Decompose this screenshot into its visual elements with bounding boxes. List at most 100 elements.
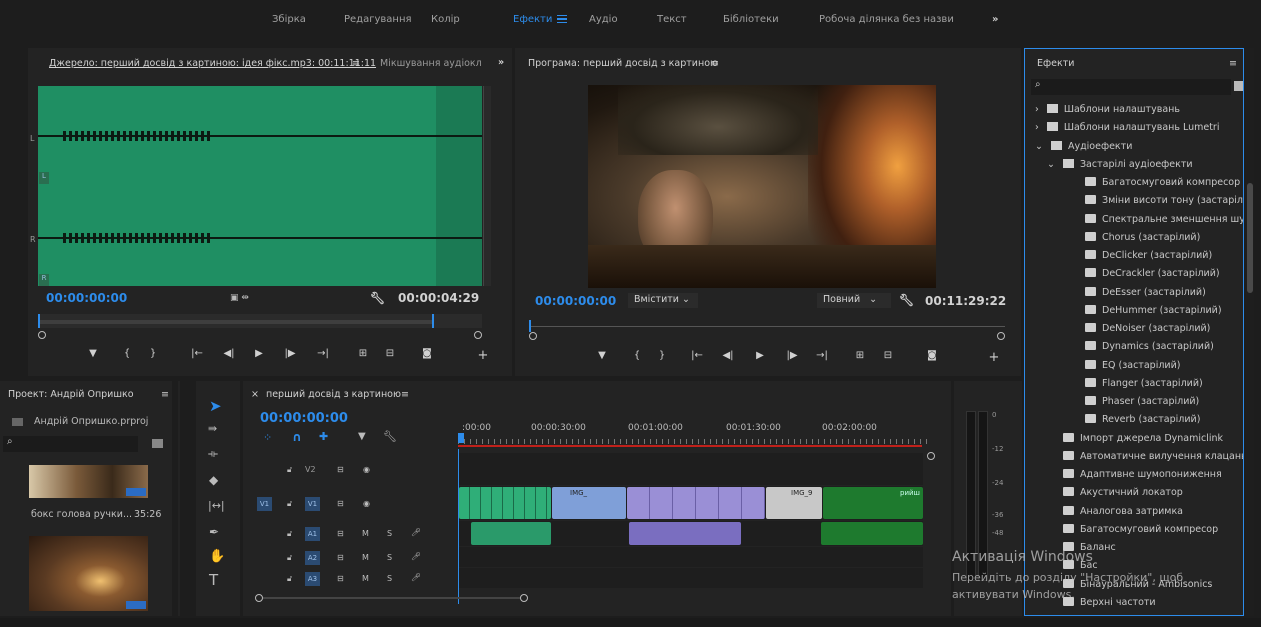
sync-lock-icon[interactable]: ⊟ [337,465,344,474]
expand-arrow-icon[interactable]: ⌄ [1035,141,1043,152]
effect-item[interactable]: Reverb (застарілий) [1085,412,1200,428]
program-zoom-handle-right[interactable] [997,332,1005,340]
program-mark-in-icon[interactable]: { [630,350,644,361]
clip-thumbnail-boxing[interactable] [29,465,148,498]
mute-button[interactable]: M [362,574,369,583]
effects-scrollbar[interactable] [1246,48,1254,616]
track-scroll-handle[interactable] [927,452,935,460]
voiceover-mic-icon[interactable]: 🎤︎ [411,528,421,537]
lock-icon[interactable]: 🔓︎ [287,529,292,539]
program-timecode[interactable]: 00:00:00:00 [535,294,616,308]
timeline-title[interactable]: перший досвід з картиною [266,389,401,400]
effect-item[interactable]: Багатосмуговий компресор (зас [1085,175,1243,191]
panel-overflow-icon[interactable]: » [498,57,504,68]
linked-selection-icon[interactable]: ∩ [292,430,302,444]
a1-clip-1[interactable] [471,522,551,545]
voiceover-mic-icon[interactable]: 🎤︎ [411,552,421,561]
effects-folder[interactable]: ⌄ Застарілі аудіоефекти [1047,157,1193,173]
track-header-a3[interactable]: 🔓︎ A3 ⊟ M S 🎤︎ [245,569,458,589]
v1-clip-blue[interactable]: IMG_ [552,487,626,519]
workspace-menu-icon[interactable] [557,15,567,23]
step-back-icon[interactable]: ◀| [222,348,236,359]
solo-button[interactable]: S [387,553,392,562]
sync-lock-icon[interactable]: ⊟ [337,553,344,562]
add-edit-icon[interactable]: ✚ [319,430,328,443]
track-target-a1[interactable]: A1 [305,527,320,541]
sync-lock-icon[interactable]: ⊟ [337,499,344,508]
track-header-a2[interactable]: 🔓︎ A2 ⊟ M S 🎤︎ [245,548,458,568]
program-add-marker-icon[interactable]: ▼ [595,350,609,361]
track-target-v1[interactable]: V1 [305,497,320,511]
program-menu-icon[interactable]: ≡ [711,58,719,69]
slip-tool-icon[interactable]: |↔| [208,499,225,512]
razor-tool-icon[interactable]: ◆ [209,473,218,487]
expand-arrow-icon[interactable]: › [1035,104,1039,115]
ripple-edit-tool-icon[interactable]: ⟛ [208,447,218,461]
track-header-a1[interactable]: 🔓︎ A1 ⊟ M S 🎤︎ [245,522,458,547]
timeline-settings-icon[interactable]: 🔧︎ [383,430,397,443]
effect-item[interactable]: Dynamics (застарілий) [1085,339,1214,355]
workspace-tab-unnamed[interactable]: Робоча ділянка без назви [819,14,954,25]
camera-icon[interactable]: ◙ [420,348,434,359]
voiceover-mic-icon[interactable]: 🎤︎ [411,573,421,582]
workspace-tab-color[interactable]: Колір [431,14,460,25]
eye-icon[interactable]: ◉ [363,465,370,474]
lift-icon[interactable]: ⊞ [853,350,867,361]
source-timecode[interactable]: 00:00:00:00 [46,291,127,305]
new-bin-icon[interactable] [1234,81,1243,91]
project-title[interactable]: Проект: Андрій Опришко [8,389,134,400]
program-go-out-icon[interactable]: →| [815,350,829,361]
a1-clip-3[interactable] [821,522,923,545]
eye-icon[interactable]: ◉ [363,499,370,508]
program-step-back-icon[interactable]: ◀| [721,350,735,361]
program-camera-icon[interactable]: ◙ [925,350,939,361]
effects-search-input[interactable]: ⌕ [1031,79,1231,95]
mark-in-icon[interactable]: { [120,348,134,359]
type-tool-icon[interactable]: T [209,571,218,589]
program-mark-out-icon[interactable]: } [655,350,669,361]
snap-icon[interactable]: ⁘ [263,431,272,444]
track-select-tool-icon[interactable]: ⇛ [208,422,217,435]
v1-clip-purple[interactable] [627,487,765,519]
effect-item[interactable]: Автоматичне вилучення клацань [1063,449,1243,465]
step-forward-icon[interactable]: |▶ [283,348,297,359]
sync-lock-icon[interactable]: ⊟ [337,574,344,583]
timeline-menu-icon[interactable]: ≡ [401,389,409,400]
go-to-in-icon[interactable]: |← [190,348,204,359]
program-play-icon[interactable]: ▶ [753,350,767,361]
drag-video-icon[interactable]: ▣ ⇹ [230,293,249,303]
effect-item[interactable]: Зміни висоти тону (застарілий) [1085,193,1243,209]
effects-menu-icon[interactable]: ≡ [1229,58,1237,69]
zoom-handle-left[interactable] [38,331,46,339]
effects-folder[interactable]: ⌄ Аудіоефекти [1035,139,1132,155]
effect-item[interactable]: Багатосмуговий компресор [1063,522,1218,538]
time-ruler[interactable]: :00:00 00:00:30:00 00:01:00:00 00:01:30:… [458,419,928,449]
hand-tool-icon[interactable]: ✋ [209,549,225,564]
program-go-in-icon[interactable]: |← [690,350,704,361]
track-target-a2[interactable]: A2 [305,551,320,565]
source-patch-button[interactable]: V1 [257,497,272,511]
program-title[interactable]: Програма: перший досвід з картиною [528,58,718,69]
effect-item[interactable]: Chorus (застарілий) [1085,230,1200,246]
effect-item[interactable]: Верхні частоти [1063,595,1156,611]
effect-item[interactable]: Спектральне зменшення шуму ( [1085,212,1243,228]
pen-tool-icon[interactable]: ✒ [209,525,219,539]
track-a2-area[interactable] [459,547,923,567]
track-header-v1[interactable]: V1 🔓︎ V1 ⊟ ◉ [245,487,458,521]
lock-icon[interactable]: 🔓︎ [287,553,292,563]
wrench-icon[interactable]: 🔧︎ [370,291,385,305]
add-marker-icon[interactable]: ▼ [86,348,100,359]
program-zoom-handle-left[interactable] [529,332,537,340]
effect-item[interactable]: Імпорт джерела Dynamiclink [1063,431,1223,447]
effect-item[interactable]: DeEsser (застарілий) [1085,285,1206,301]
program-step-forward-icon[interactable]: |▶ [785,350,799,361]
effect-item[interactable]: Акустичний локатор [1063,485,1183,501]
workspace-tab-effects[interactable]: Ефекти [513,14,552,25]
workspace-tab-audio[interactable]: Аудіо [589,14,618,25]
workspace-tab-editing[interactable]: Редагування [344,14,412,25]
overwrite-icon[interactable]: ⊟ [383,348,397,359]
effect-item[interactable]: DeCrackler (застарілий) [1085,266,1220,282]
track-a3-area[interactable] [459,568,923,588]
fit-dropdown[interactable]: Вмістити ⌄ [628,293,698,308]
effect-item[interactable]: Phaser (застарілий) [1085,394,1199,410]
